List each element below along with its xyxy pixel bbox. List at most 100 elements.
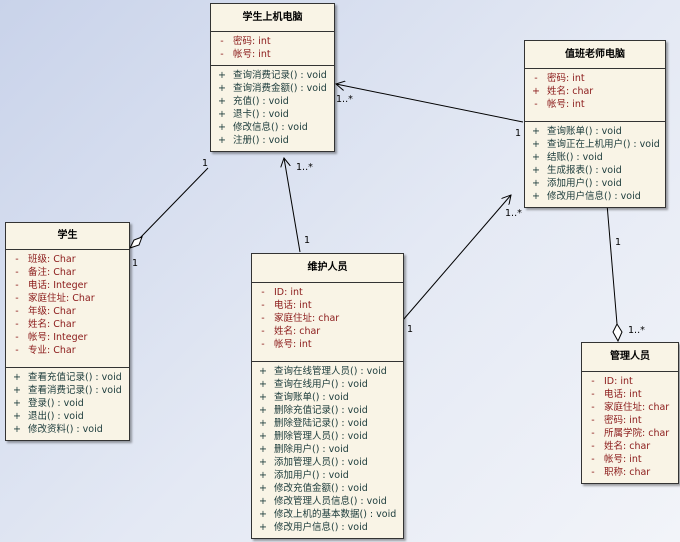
attribute-text: 家庭住址: char [274, 313, 340, 324]
visibility: + [259, 496, 267, 507]
operation: + 修改用户信息() : void [252, 521, 403, 534]
attribute: - 电话: Integer [6, 279, 129, 292]
visibility: - [15, 293, 19, 304]
operations-section: + 查看充值记录() : void + 查看消费记录() : void + 登录() : … [6, 368, 129, 440]
operation: + 添加用户() : void [252, 469, 403, 482]
operation-text: 查询账单() : void [547, 126, 622, 137]
visibility: + [259, 509, 267, 520]
attribute-text: 姓名: char [547, 86, 594, 97]
operation: + 修改信息() : void [211, 121, 334, 134]
visibility: - [261, 326, 265, 337]
class-student[interactable]: 学生 - 班级: Char - 备注: Char - 电话: Integer - 家庭住址: C… [5, 222, 130, 441]
visibility: + [218, 83, 226, 94]
operation: + 修改用户信息() : void [525, 190, 665, 203]
visibility: + [218, 109, 226, 120]
visibility: - [15, 345, 19, 356]
operation-text: 查询在线管理人员() : void [274, 366, 387, 377]
operation: + 修改资料() : void [6, 423, 129, 436]
operation: + 查询账单() : void [525, 125, 665, 138]
attribute-text: 班级: Char [28, 254, 76, 265]
attribute: - 专业: Char [6, 344, 129, 357]
operation: + 修改管理人员信息() : void [252, 495, 403, 508]
attribute-text: 专业: Char [28, 345, 76, 356]
operation-text: 查询在线用户() : void [274, 379, 368, 390]
visibility: - [220, 49, 224, 60]
attribute: + 姓名: char [525, 85, 665, 98]
visibility: - [261, 287, 265, 298]
attribute-text: 备注: Char [28, 267, 76, 278]
attribute: - 姓名: char [582, 440, 678, 453]
class-name: 学生 [6, 223, 129, 250]
visibility: - [220, 36, 224, 47]
class-student-computer[interactable]: 学生上机电脑 - 密码: int - 帐号: int + 查询消费记录() : void + 查… [210, 3, 335, 152]
visibility: - [261, 300, 265, 311]
attribute-text: 家庭住址: Char [28, 293, 95, 304]
attribute: - 帐号: int [252, 338, 403, 351]
operation-text: 添加用户() : void [274, 470, 349, 481]
attribute: - 密码: int [525, 72, 665, 85]
visibility: + [532, 178, 540, 189]
operation-text: 删除管理人员() : void [274, 431, 368, 442]
visibility: + [259, 431, 267, 442]
visibility: + [532, 86, 540, 97]
visibility: + [532, 126, 540, 137]
visibility: + [13, 411, 21, 422]
assoc-student-computer [139, 167, 209, 239]
attribute-text: ID: int [274, 287, 303, 298]
visibility: + [259, 392, 267, 403]
operation: + 删除用户() : void [252, 443, 403, 456]
multiplicity: 1..* [505, 208, 522, 219]
operation-text: 充值() : void [233, 96, 289, 107]
attributes-section: - 班级: Char - 备注: Char - 电话: Integer - 家庭住址: Cha… [6, 250, 129, 368]
operation: + 查看充值记录() : void [6, 371, 129, 384]
attribute-text: 帐号: Integer [28, 332, 88, 343]
visibility: + [259, 366, 267, 377]
attribute-text: 姓名: char [274, 326, 321, 337]
class-maintainer[interactable]: 维护人员 - ID: int - 电话: int - 家庭住址: char - 姓名: char… [251, 253, 404, 539]
multiplicity: 1..* [628, 325, 645, 336]
attribute: - 帐号: int [525, 98, 665, 111]
operation: + 查询正在上机用户() : void [525, 138, 665, 151]
attribute: - 职称: char [582, 466, 678, 479]
visibility: + [532, 191, 540, 202]
attribute-text: 年级: Char [28, 306, 76, 317]
attribute-text: 密码: int [547, 73, 585, 84]
multiplicity: 1 [202, 158, 209, 169]
visibility: - [591, 415, 595, 426]
attribute-text: 电话: Integer [28, 280, 88, 291]
attribute-text: ID: int [604, 376, 633, 387]
visibility: + [259, 444, 267, 455]
operation: + 登录() : void [6, 397, 129, 410]
attribute: - 姓名: Char [6, 318, 129, 331]
visibility: - [15, 254, 19, 265]
visibility: + [218, 96, 226, 107]
visibility: + [259, 483, 267, 494]
visibility: - [591, 467, 595, 478]
operation-text: 删除用户() : void [274, 444, 349, 455]
operation-text: 添加管理人员() : void [274, 457, 368, 468]
operation-text: 查询消费记录() : void [233, 70, 327, 81]
operation: + 注册() : void [211, 134, 334, 147]
attribute: - 密码: int [211, 35, 334, 48]
visibility: + [13, 372, 21, 383]
class-teacher-computer[interactable]: 值班老师电脑 - 密码: int + 姓名: char - 帐号: int + 查询账单() :… [524, 40, 666, 208]
operation-text: 修改上机的基本数据() : void [274, 509, 397, 520]
visibility: - [591, 376, 595, 387]
attribute-text: 帐号: int [604, 454, 642, 465]
multiplicity: 1 [304, 235, 311, 246]
multiplicity: 1 [407, 324, 414, 335]
visibility: + [218, 122, 226, 133]
visibility: + [13, 385, 21, 396]
visibility: - [591, 402, 595, 413]
multiplicity: 1..* [336, 94, 353, 105]
operation-text: 生成报表() : void [547, 165, 622, 176]
operation: + 充值() : void [211, 95, 334, 108]
operation-text: 修改资料() : void [28, 424, 103, 435]
operation-text: 注册() : void [233, 135, 289, 146]
operation: + 添加管理人员() : void [252, 456, 403, 469]
operation-text: 添加用户() : void [547, 178, 622, 189]
operation-text: 查看充值记录() : void [28, 372, 122, 383]
class-admin[interactable]: 管理人员 - ID: int - 电话: int - 家庭住址: char - 密码: int -… [581, 342, 679, 484]
attribute: - 电话: int [582, 388, 678, 401]
operation: + 结账() : void [525, 151, 665, 164]
